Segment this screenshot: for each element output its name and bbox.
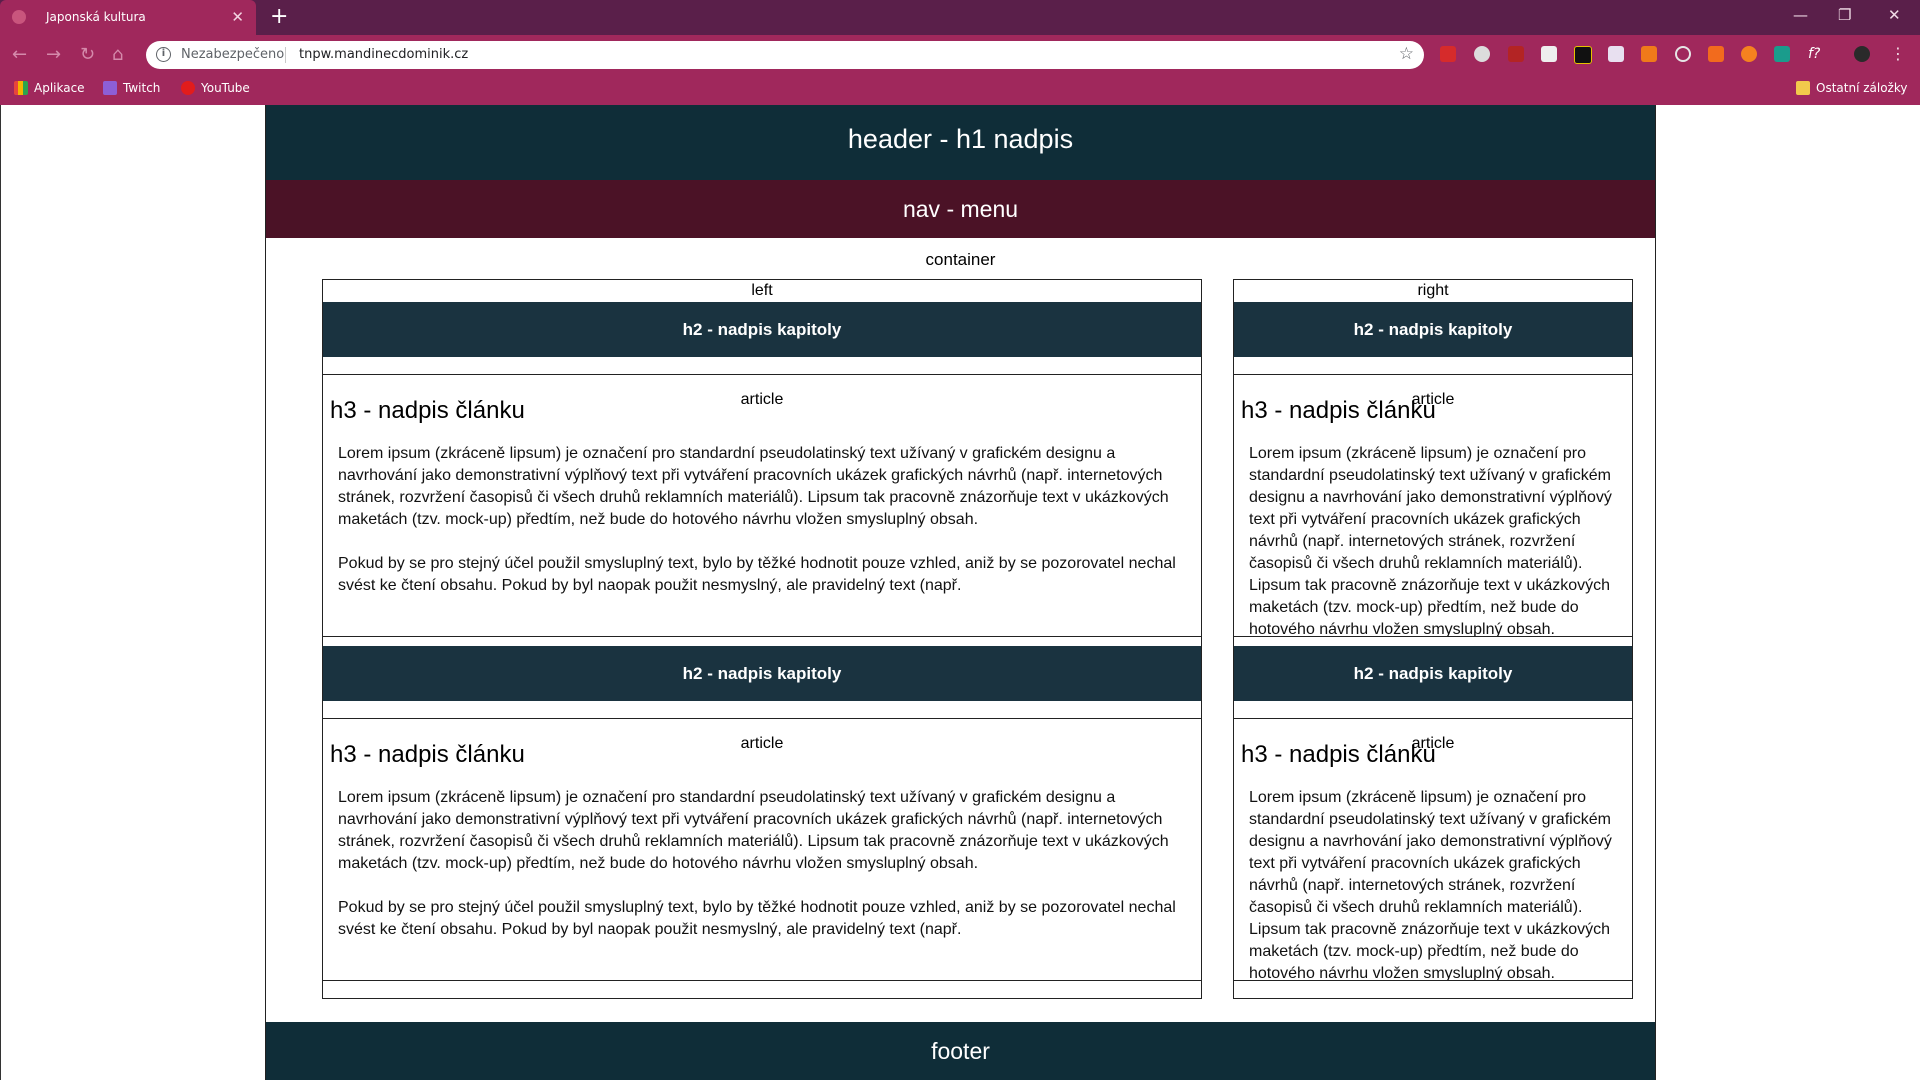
bookmark-youtube[interactable]: YouTube [181,81,250,95]
extension-icon[interactable] [1574,46,1592,64]
article-paragraph: Pokud by se pro stejný účel použil smysl… [338,555,1176,594]
youtube-icon [181,81,195,95]
page-viewport: header - h1 nadpis nav - menu container … [0,105,1920,1080]
tab-strip: Japonská kultura ✕ + — ❐ ✕ [0,0,1920,35]
right-label: right [1417,282,1449,299]
chapter-heading: h2 - nadpis kapitoly [323,646,1201,701]
address-bar[interactable]: i Nezabezpečeno tnpw.mandinecdominik.cz … [146,41,1424,69]
address-divider [285,47,286,63]
article-heading: h3 - nadpis článku [1241,741,1436,768]
minimize-button[interactable]: — [1793,6,1808,24]
page-favicon-icon [12,10,26,24]
profile-avatar[interactable] [1854,46,1870,62]
bookmark-star-icon[interactable]: ☆ [1399,44,1414,64]
tab-title: Japonská kultura [46,10,146,24]
restore-button[interactable]: ❐ [1838,6,1851,24]
other-bookmarks[interactable]: Ostatní záložky [1796,81,1907,95]
reload-button[interactable]: ↻ [80,44,95,65]
extension-icon[interactable] [1541,46,1557,62]
security-label[interactable]: Nezabezpečeno [181,47,284,62]
chapter-heading: h2 - nadpis kapitoly [1234,646,1632,701]
article: article h3 - nadpis článku Lorem ipsum (… [1234,374,1632,637]
active-tab[interactable]: Japonská kultura ✕ [0,0,256,35]
extension-icon[interactable] [1474,46,1490,62]
forward-button[interactable]: → [46,44,61,65]
bookmark-label: YouTube [201,81,250,95]
back-button[interactable]: ← [12,44,27,65]
article: article h3 - nadpis článku Lorem ipsum (… [323,718,1201,981]
bookmark-apps[interactable]: Aplikace [14,81,85,95]
container-label: container [925,250,996,269]
right-column: right h2 - nadpis kapitoly article h3 - … [1233,279,1633,999]
chapter-heading: h2 - nadpis kapitoly [323,302,1201,357]
left-label: left [751,282,773,299]
extension-icon[interactable] [1741,46,1757,62]
folder-icon [1796,81,1810,95]
url-text[interactable]: tnpw.mandinecdominik.cz [299,47,468,62]
adblock-extension-icon[interactable] [1440,46,1456,62]
twitch-icon [103,81,117,95]
bookmarks-bar: Aplikace Twitch YouTube Ostatní záložky [0,73,1920,105]
article-paragraph: Lorem ipsum (zkráceně lipsum) je označen… [1249,445,1612,637]
chapter-heading: h2 - nadpis kapitoly [1234,302,1632,357]
extension-icon[interactable] [1675,46,1691,62]
article: article h3 - nadpis článku Lorem ipsum (… [323,374,1201,637]
article-heading: h3 - nadpis článku [330,397,525,424]
site-nav[interactable]: nav - menu [266,180,1655,238]
article-paragraph: Lorem ipsum (zkráceně lipsum) je označen… [338,789,1169,872]
article-heading: h3 - nadpis článku [330,741,525,768]
pdf-extension-icon[interactable] [1508,46,1524,62]
left-column: left h2 - nadpis kapitoly article h3 - n… [322,279,1202,999]
article-paragraph: Lorem ipsum (zkráceně lipsum) je označen… [1249,789,1612,981]
article-paragraph: Lorem ipsum (zkráceně lipsum) je označen… [338,445,1169,528]
site-header: header - h1 nadpis [266,105,1655,180]
extension-icon[interactable] [1641,46,1657,62]
article-body: Lorem ipsum (zkráceně lipsum) je označen… [338,787,1191,963]
extension-icon[interactable] [1774,46,1790,62]
article-body: Lorem ipsum (zkráceně lipsum) je označen… [1249,443,1622,637]
browser-toolbar: ← → ↻ ⌂ i Nezabezpečeno tnpw.mandinecdom… [0,35,1920,73]
extension-icon[interactable]: f? [1808,46,1824,62]
article-paragraph: Pokud by se pro stejný účel použil smysl… [338,899,1176,938]
site-footer: footer [266,1022,1655,1080]
tab-close-icon[interactable]: ✕ [231,8,244,26]
article: article h3 - nadpis článku Lorem ipsum (… [1234,718,1632,981]
page-wrapper: header - h1 nadpis nav - menu container … [265,105,1656,1080]
extension-icon[interactable] [1608,46,1624,62]
bookmark-label: Twitch [123,81,161,95]
apps-grid-icon [14,81,28,95]
article-body: Lorem ipsum (zkráceně lipsum) je označen… [338,443,1191,619]
article-heading: h3 - nadpis článku [1241,397,1436,424]
extension-icon[interactable] [1708,46,1724,62]
other-bookmarks-label: Ostatní záložky [1816,81,1908,95]
menu-icon[interactable]: ⋮ [1890,44,1906,63]
article-body: Lorem ipsum (zkráceně lipsum) je označen… [1249,787,1622,981]
bookmark-twitch[interactable]: Twitch [103,81,160,95]
info-icon[interactable]: i [156,47,171,62]
home-button[interactable]: ⌂ [112,44,123,65]
new-tab-button[interactable]: + [270,4,288,29]
page-title: header - h1 nadpis [847,124,1074,154]
close-window-button[interactable]: ✕ [1888,6,1901,24]
bookmark-label: Aplikace [34,81,85,95]
